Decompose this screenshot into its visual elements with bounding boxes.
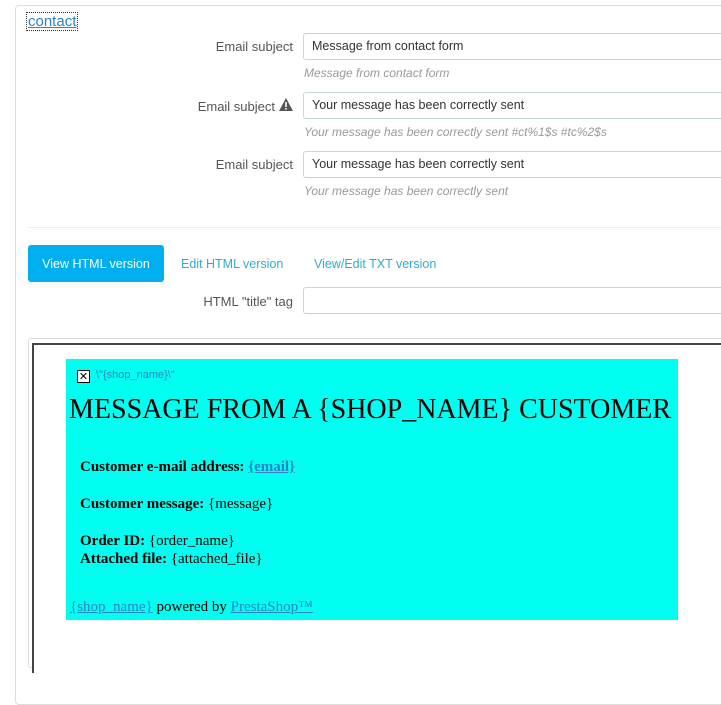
customer-message-value: {message} [208,496,274,512]
title-tag-label: HTML "title" tag [203,294,293,309]
contact-template-link[interactable]: contact [25,12,79,31]
title-tag-input[interactable] [303,287,721,314]
logo-alt-text: \"{shop_name}\" [96,369,175,381]
email-subject-hint: Message from contact form [304,66,450,80]
email-subject-input[interactable]: Message from contact form [303,33,721,60]
footer-brand-link[interactable]: PrestaShop™ [231,599,313,615]
email-subject-label: Email subject [198,98,293,114]
broken-image-icon: ✕ [77,370,90,383]
order-id-label: Order ID: [80,533,146,549]
customer-email-label: Customer e-mail address: [80,459,245,475]
customer-message-line: Customer message: {message} [80,496,273,513]
email-subject-label-text: Email subject [197,98,275,114]
tab-edit-html[interactable]: Edit HTML version [181,245,283,282]
email-subject-label-text: Email subject [215,157,293,172]
customer-email-link[interactable]: {email} [248,459,295,475]
email-subject-input[interactable]: Your message has been correctly sent [303,92,721,119]
footer-text: powered by [156,599,227,615]
email-subject-label: Email subject [216,157,293,172]
email-subject-label-text: Email subject [215,39,293,54]
email-subject-label: Email subject [216,39,293,54]
tab-view-html[interactable]: View HTML version [28,245,164,282]
email-footer: {shop_name} powered by PrestaShop™ [70,599,313,616]
email-subject-hint: Your message has been correctly sent #ct… [304,125,607,139]
attached-file-label: Attached file: [80,551,168,567]
order-id-line: Order ID: {order_name} [80,533,235,550]
title-tag-label-text: HTML "title" tag [203,294,293,309]
footer-shop-link[interactable]: {shop_name} [70,599,153,615]
email-preview: ✕ \"{shop_name}\" MESSAGE FROM A {SHOP_N… [66,359,678,620]
email-subject-input[interactable]: Your message has been correctly sent [303,151,721,178]
attached-file-value: {attached_file} [170,551,263,567]
customer-email-line: Customer e-mail address: {email} [80,459,295,476]
attached-file-line: Attached file: {attached_file} [80,551,263,568]
email-subject-hint: Your message has been correctly sent [304,184,509,198]
warning-icon [279,98,293,114]
tab-edit-txt[interactable]: View/Edit TXT version [314,245,436,282]
order-id-value: {order_name} [148,533,235,549]
customer-message-label: Customer message: [80,496,205,512]
divider [28,227,721,228]
email-heading: MESSAGE FROM A {SHOP_NAME} CUSTOMER [69,394,672,425]
